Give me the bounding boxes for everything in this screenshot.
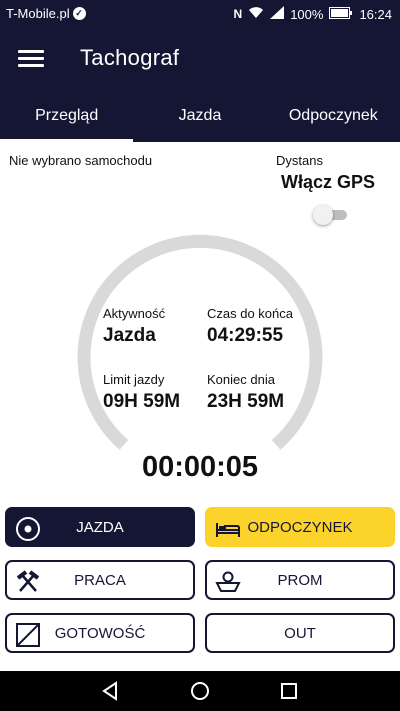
signal-icon: [270, 6, 285, 22]
home-icon[interactable]: [190, 681, 210, 701]
recents-icon[interactable]: [279, 681, 299, 701]
ferry-icon: [215, 569, 241, 595]
system-nav-bar: [0, 671, 400, 711]
gps-toggle[interactable]: [313, 205, 349, 225]
clock: 16:24: [359, 6, 392, 22]
out-button-label: OUT: [284, 624, 316, 642]
bed-icon: [215, 516, 241, 542]
tab-drive[interactable]: Jazda: [133, 90, 266, 142]
wifi-icon: [248, 6, 264, 22]
remaining-value: 04:29:55: [207, 325, 284, 346]
app-bar: Tachograf: [0, 28, 400, 90]
page-title: Tachograf: [80, 45, 180, 70]
work-button[interactable]: PRACA: [5, 560, 195, 600]
tab-overview[interactable]: Przegląd: [0, 90, 134, 142]
rest-button[interactable]: ODPOCZYNEK: [205, 507, 395, 547]
target-icon: [15, 516, 41, 542]
out-button[interactable]: OUT: [205, 613, 395, 653]
distance-label: Dystans: [276, 153, 323, 168]
gps-label: Włącz GPS: [281, 172, 376, 192]
activity-timer: 00:00:05: [141, 451, 259, 483]
menu-icon[interactable]: [18, 46, 44, 72]
ferry-button[interactable]: PROM: [205, 560, 395, 600]
carrier-name: T-Mobile.pl: [6, 6, 70, 21]
day-end-value: 23H 59M: [207, 391, 285, 412]
nfc-icon: N: [233, 7, 243, 21]
availability-icon: [15, 622, 41, 648]
battery-level: 100%: [290, 6, 324, 22]
tab-rest[interactable]: Odpoczynek: [267, 90, 400, 142]
status-bar: T-Mobile.pl ✓ N 100% 16:24: [0, 0, 400, 28]
activity-value: Jazda: [103, 325, 156, 346]
carrier-logo-icon: ✓: [72, 7, 86, 20]
activity-label: Aktywność: [103, 306, 166, 321]
hammers-icon: [15, 569, 41, 595]
drive-limit-label: Limit jazdy: [103, 372, 165, 387]
available-button[interactable]: GOTOWOŚĆ: [5, 613, 195, 653]
vehicle-status: Nie wybrano samochodu: [9, 153, 153, 168]
remaining-label: Czas do końca: [207, 306, 293, 321]
drive-limit-value: 09H 59M: [103, 391, 181, 412]
tab-bar: Przegląd Jazda Odpoczynek: [0, 90, 400, 142]
battery-icon: [329, 6, 353, 22]
day-end-label: Koniec dnia: [207, 372, 275, 387]
drive-button[interactable]: JAZDA: [5, 507, 195, 547]
back-icon[interactable]: [101, 681, 121, 701]
